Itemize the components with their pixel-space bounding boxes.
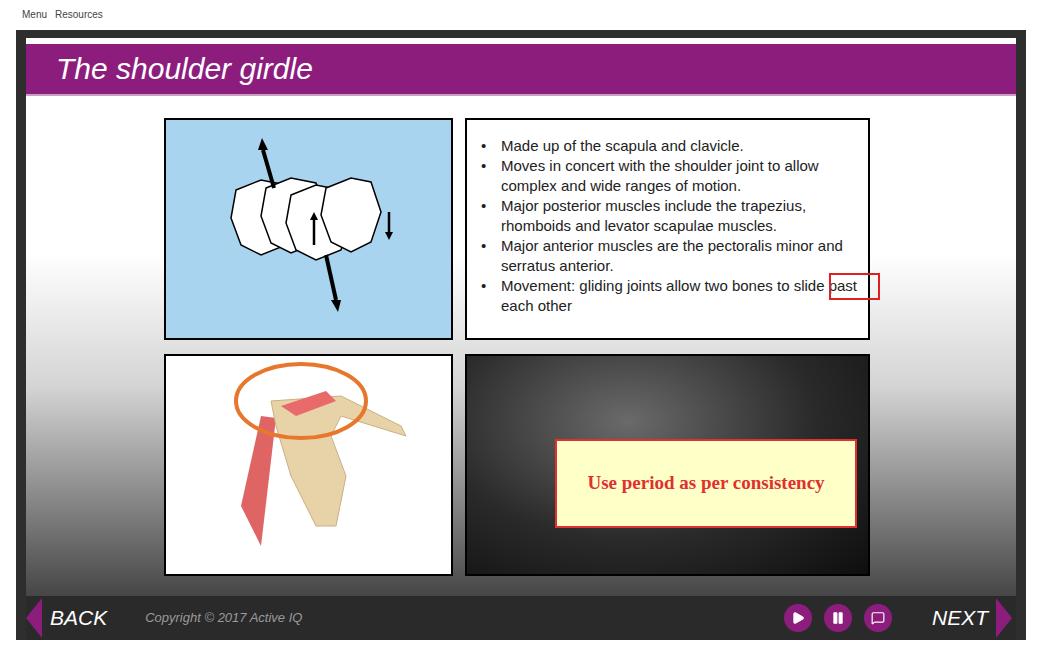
- content-grid: •Made up of the scapula and clavicle.•Mo…: [26, 96, 1016, 576]
- pause-icon: [831, 611, 845, 625]
- slide: The shoulder girdle •Made up of the scapu…: [26, 38, 1016, 596]
- player-frame: The shoulder girdle •Made up of the scapu…: [16, 30, 1026, 640]
- bullet-item: •Moves in concert with the shoulder join…: [481, 156, 858, 196]
- app: Menu Resources The shoulder girdle •Made up…: [0, 0, 1042, 658]
- next-arrow-icon: [996, 598, 1012, 638]
- bullet-item: •Made up of the scapula and clavicle.: [481, 136, 858, 156]
- top-menu: Menu Resources: [0, 0, 1042, 30]
- footer-bar: BACK Copyright © 2017 Active IQ NEXT: [26, 596, 1016, 640]
- pause-button[interactable]: [824, 604, 852, 632]
- gliding-joint-icon: [166, 120, 451, 338]
- media-controls: [784, 604, 892, 632]
- bullet-item: •Major posterior muscles include the tra…: [481, 196, 858, 236]
- menu-link[interactable]: Resources: [55, 7, 103, 22]
- highlight-box: [829, 273, 880, 300]
- photo-panel: Use period as per consistency: [465, 354, 870, 576]
- bullet-item: •Major anterior muscles are the pectoral…: [481, 236, 858, 276]
- copyright: Copyright © 2017 Active IQ: [145, 608, 302, 628]
- bullet-list: •Made up of the scapula and clavicle.•Mo…: [481, 136, 858, 316]
- comment-button[interactable]: [864, 604, 892, 632]
- next-button[interactable]: NEXT: [932, 598, 1012, 638]
- play-icon: [791, 611, 805, 625]
- play-button[interactable]: [784, 604, 812, 632]
- text-panel: •Made up of the scapula and clavicle.•Mo…: [465, 118, 870, 340]
- annotation-callout: Use period as per consistency: [555, 439, 857, 528]
- diagram-panel: [164, 118, 453, 340]
- comment-icon: [871, 611, 885, 625]
- menu-link[interactable]: Menu: [22, 7, 47, 22]
- bullet-item: •Movement: gliding joints allow two bone…: [481, 276, 858, 316]
- title-bar: The shoulder girdle: [26, 44, 1016, 96]
- shoulder-illustration: [166, 356, 451, 574]
- illustration-panel: [164, 354, 453, 576]
- back-arrow-icon: [26, 598, 42, 638]
- back-button[interactable]: BACK: [26, 598, 107, 638]
- slide-title: The shoulder girdle: [56, 54, 313, 84]
